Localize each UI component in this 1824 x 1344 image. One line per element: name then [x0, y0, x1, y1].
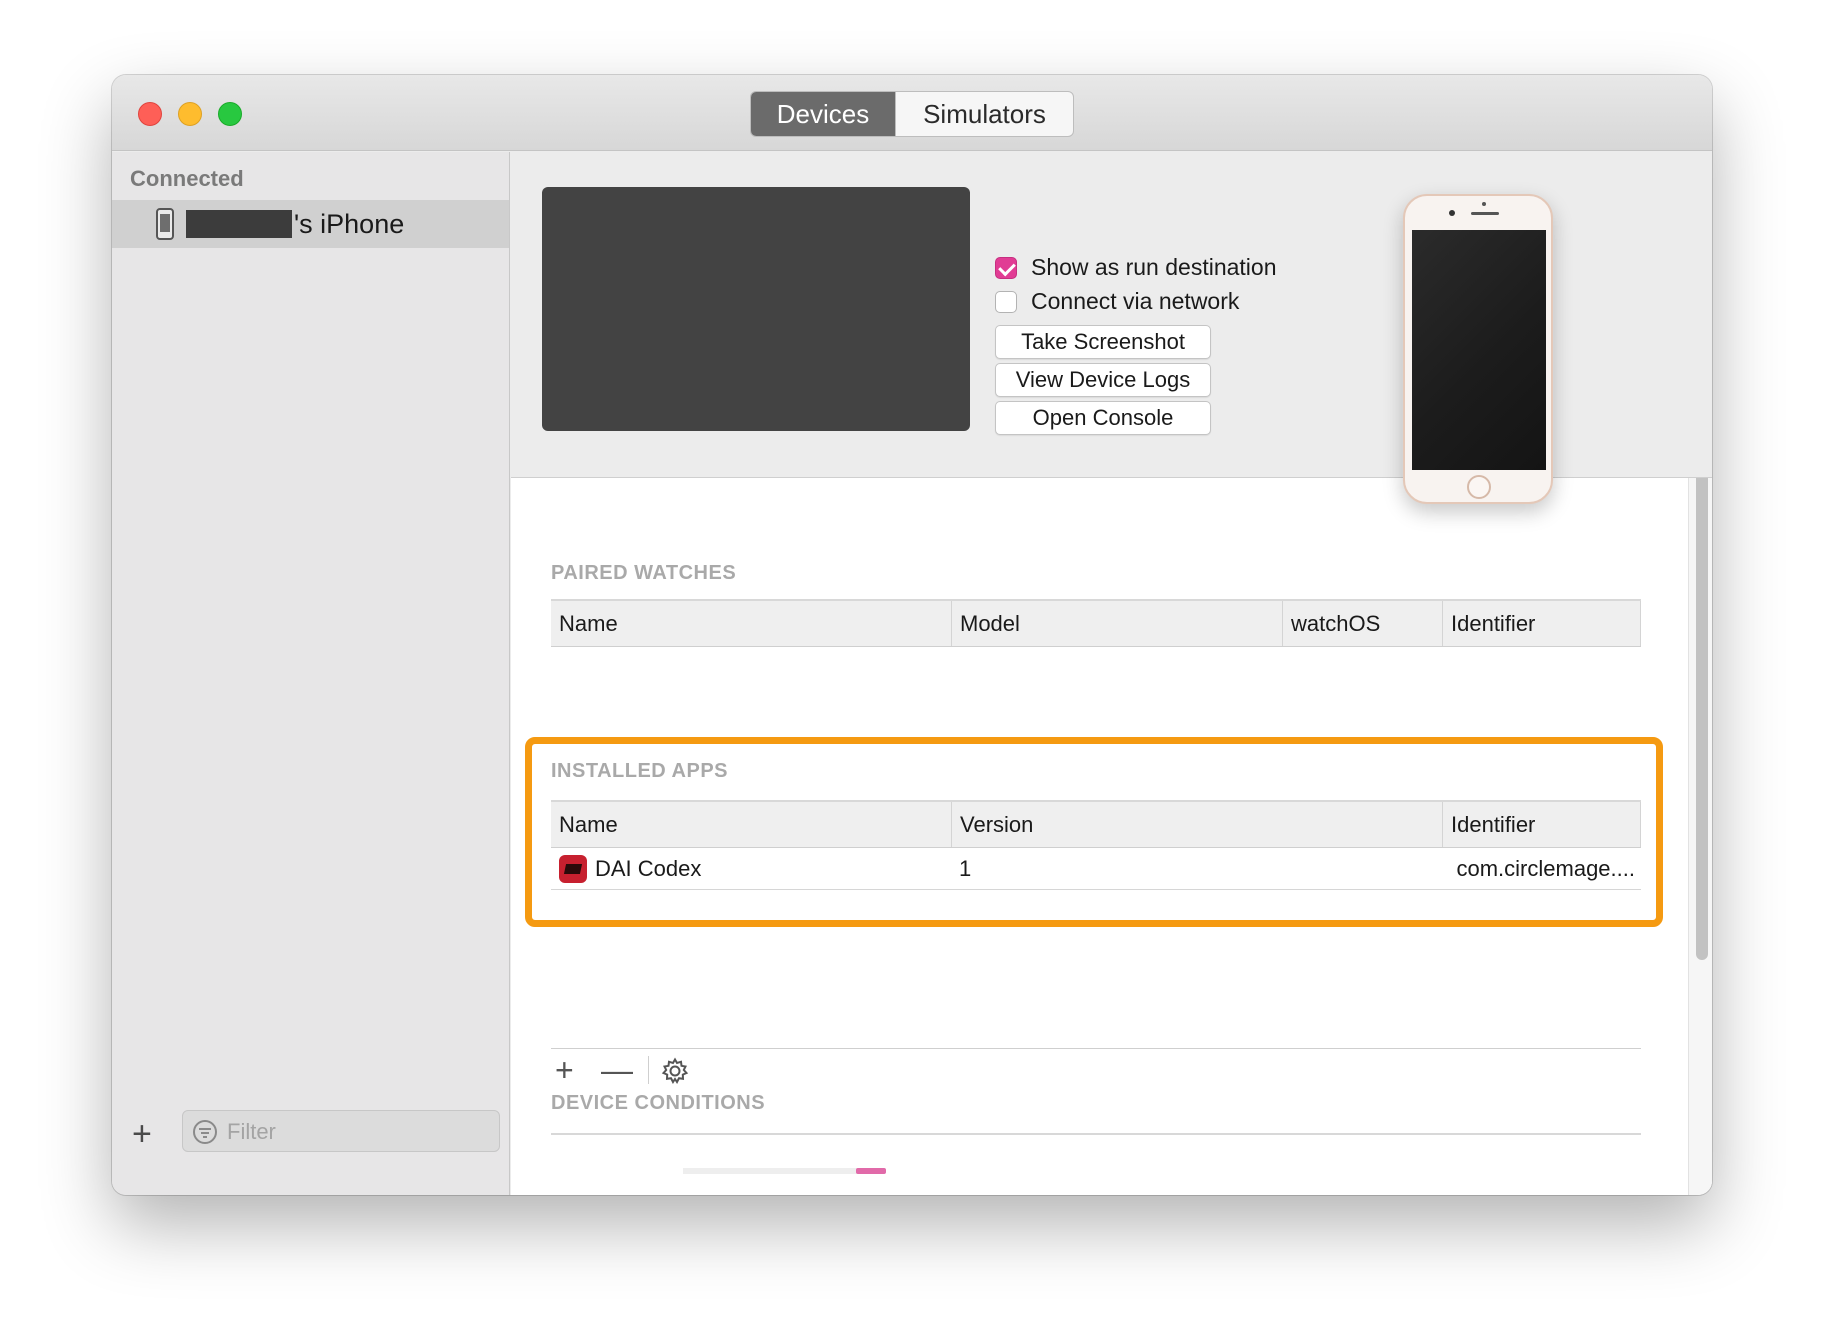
show-run-destination-checkbox[interactable]: [995, 256, 1017, 279]
take-screenshot-button[interactable]: Take Screenshot: [995, 325, 1211, 359]
toolbar-divider: [551, 1048, 1641, 1049]
gear-icon[interactable]: [661, 1057, 689, 1085]
app-icon: [559, 854, 587, 883]
connect-network-label: Connect via network: [1031, 288, 1240, 314]
connect-network-checkbox[interactable]: [995, 290, 1017, 313]
installed-apps-header: Name Version Identifier: [551, 800, 1641, 848]
devices-simulators-segmented-control: Devices Simulators: [750, 91, 1074, 137]
minimize-window-button[interactable]: [178, 102, 202, 126]
filter-field[interactable]: [182, 1110, 500, 1152]
app-version: 1: [959, 855, 972, 881]
add-app-button[interactable]: +: [555, 1052, 574, 1088]
tab-devices[interactable]: Devices: [751, 92, 895, 136]
filter-icon: [193, 1120, 217, 1144]
close-window-button[interactable]: [138, 102, 162, 126]
open-console-button[interactable]: Open Console: [995, 401, 1211, 435]
connect-network-row[interactable]: Connect via network: [995, 288, 1239, 315]
title-bar: Devices Simulators: [112, 75, 1712, 151]
column-header-watchos[interactable]: watchOS: [1282, 601, 1442, 646]
filter-input[interactable]: [227, 1119, 487, 1145]
condition-control-indicator: [856, 1168, 886, 1174]
devices-window: Devices Simulators Connected 's iPhone +…: [112, 75, 1712, 1195]
column-header-model[interactable]: Model: [951, 601, 1282, 646]
condition-control-track: [683, 1168, 857, 1174]
device-detail-pane: Show as run destination Connect via netw…: [511, 152, 1712, 1195]
add-device-button[interactable]: +: [132, 1117, 152, 1151]
toolbar-separator: [648, 1056, 649, 1084]
table-row[interactable]: DAI Codex 1 com.circlemage....: [551, 848, 1641, 890]
device-name-label: 's iPhone: [294, 209, 405, 239]
device-conditions-title: DEVICE CONDITIONS: [551, 1092, 766, 1114]
redacted-owner-name: [186, 210, 292, 238]
show-run-destination-row[interactable]: Show as run destination: [995, 254, 1277, 281]
device-conditions-divider: [551, 1133, 1641, 1135]
zoom-window-button[interactable]: [218, 102, 242, 126]
installed-apps-table: Name Version Identifier DAI Codex 1 com.…: [551, 800, 1641, 890]
paired-watches-header: Name Model watchOS Identifier: [551, 599, 1641, 647]
device-info-preview: [542, 187, 970, 431]
installed-apps-title: INSTALLED APPS: [551, 760, 729, 782]
app-name-cell: DAI Codex: [551, 854, 951, 883]
tab-simulators[interactable]: Simulators: [895, 92, 1073, 136]
app-identifier: com.circlemage....: [1456, 855, 1636, 881]
sidebar-heading-connected: Connected: [130, 166, 244, 191]
sidebar: Connected 's iPhone +: [112, 152, 510, 1195]
column-header-identifier[interactable]: Identifier: [1442, 601, 1641, 646]
show-run-destination-label: Show as run destination: [1031, 254, 1277, 280]
remove-app-button[interactable]: —: [601, 1052, 633, 1088]
view-device-logs-button[interactable]: View Device Logs: [995, 363, 1211, 397]
column-header-name[interactable]: Name: [551, 601, 951, 646]
iphone-illustration: [1403, 194, 1553, 504]
paired-watches-title: PAIRED WATCHES: [551, 562, 737, 584]
iphone-icon: [156, 208, 174, 240]
app-name: DAI Codex: [595, 855, 702, 881]
sidebar-item-iphone[interactable]: 's iPhone: [112, 200, 509, 248]
column-header-identifier[interactable]: Identifier: [1442, 802, 1641, 847]
column-header-name[interactable]: Name: [551, 802, 951, 847]
paired-watches-table: Name Model watchOS Identifier: [551, 599, 1641, 647]
column-header-version[interactable]: Version: [951, 802, 1442, 847]
